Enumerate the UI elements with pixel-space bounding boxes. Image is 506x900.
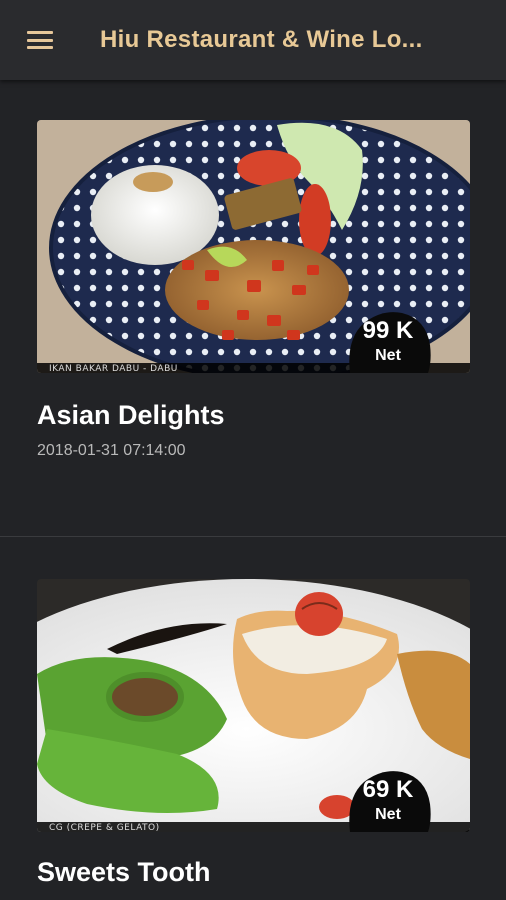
price-badge: 99 K Net	[344, 309, 432, 373]
dish-caption: IKAN BAKAR DABU - DABU	[49, 364, 178, 373]
dish-photo[interactable]: CG (CREPE & GELATO) 69 K Net	[37, 579, 470, 832]
price-badge: 69 K Net	[344, 768, 432, 832]
dish-caption: CG (CREPE & GELATO)	[49, 823, 160, 832]
card-date: 2018-01-31 07:14:00	[37, 442, 186, 459]
app-bar: Hiu Restaurant & Wine Lo...	[0, 0, 506, 80]
dish-photo[interactable]: IKAN BAKAR DABU - DABU 99 K Net	[37, 120, 470, 373]
card-title: Asian Delights	[37, 400, 225, 430]
price-label: 69 K	[362, 776, 414, 803]
app-title: Hiu Restaurant & Wine Lo...	[100, 26, 423, 53]
price-net-label: Net	[375, 806, 401, 823]
menu-card[interactable]: IKAN BAKAR DABU - DABU 99 K Net Asian De…	[0, 80, 506, 537]
card-title: Sweets Tooth	[37, 857, 211, 887]
price-label: 99 K	[362, 317, 414, 344]
hamburger-menu-icon[interactable]	[0, 0, 80, 80]
price-net-label: Net	[375, 347, 401, 364]
menu-card[interactable]: CG (CREPE & GELATO) 69 K Net Sweets Toot…	[0, 537, 506, 900]
